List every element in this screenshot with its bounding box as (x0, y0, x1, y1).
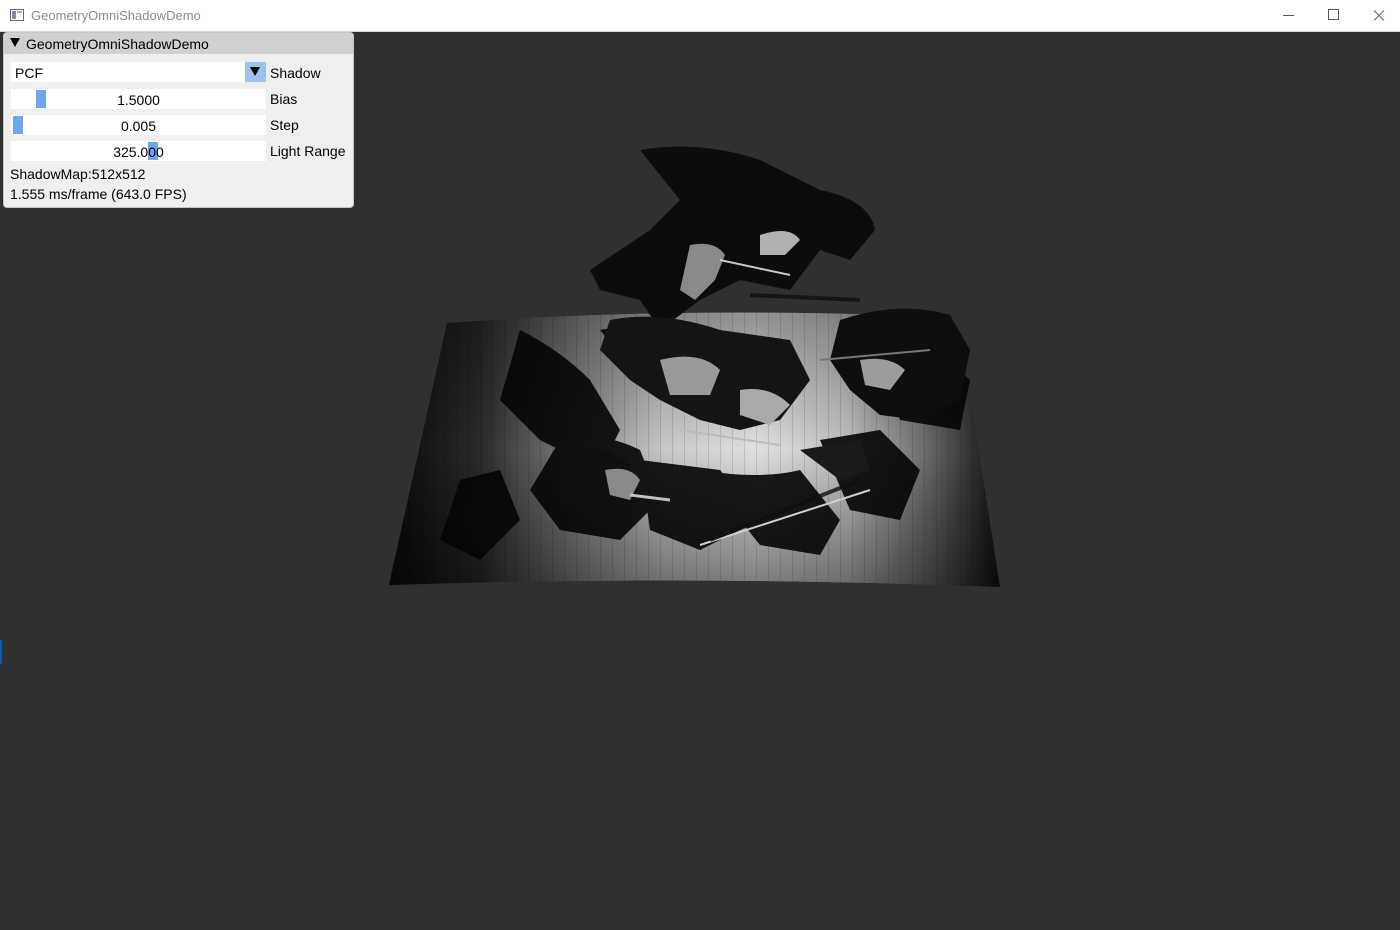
light-range-slider[interactable]: 325.000 (11, 141, 266, 161)
panel-header[interactable]: GeometryOmniShadowDemo (4, 33, 353, 54)
step-slider[interactable]: 0.005 (11, 115, 266, 135)
window-title: GeometryOmniShadowDemo (31, 8, 201, 23)
step-value: 0.005 (120, 118, 157, 134)
window-titlebar: GeometryOmniShadowDemo (0, 0, 1400, 32)
light-range-value: 325.000 (113, 144, 164, 160)
shadow-combo[interactable]: PCF (11, 62, 266, 82)
shadow-map-info: ShadowMap:512x512 (10, 166, 146, 182)
panel-title: GeometryOmniShadowDemo (26, 36, 209, 52)
frame-time: 1.555 ms/frame (643.0 FPS) (10, 186, 187, 202)
maximize-button[interactable] (1310, 0, 1356, 31)
bias-slider[interactable]: 1.5000 (11, 89, 266, 109)
settings-panel[interactable]: GeometryOmniShadowDemo PCF Shadow 1.5000… (3, 32, 354, 208)
step-label: Step (270, 117, 299, 133)
app-icon (10, 9, 24, 21)
dropdown-arrow-icon (250, 67, 260, 76)
shadow-combo-value: PCF (15, 65, 43, 81)
minimize-button[interactable] (1265, 0, 1311, 31)
close-button[interactable] (1355, 0, 1400, 31)
shadow-combo-button[interactable] (245, 62, 266, 82)
left-edge-accent (0, 640, 2, 664)
bias-label: Bias (270, 91, 298, 107)
bias-value: 1.5000 (117, 92, 160, 108)
light-range-label: Light Range (270, 143, 346, 159)
shadow-label: Shadow (270, 65, 321, 81)
collapse-arrow-icon[interactable] (10, 38, 20, 47)
